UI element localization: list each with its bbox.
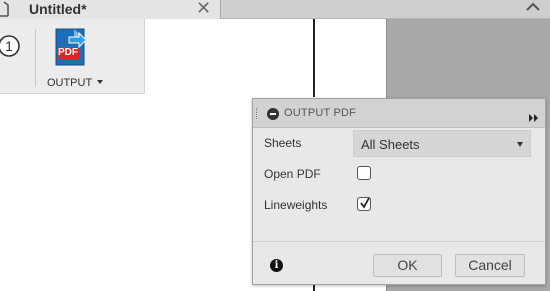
sheets-dropdown[interactable]: All Sheets	[353, 130, 531, 157]
drawing-toolbar: 1 PDF OUTPUT	[0, 19, 145, 94]
document-tab-title: Untitled*	[29, 1, 87, 17]
chevron-up-icon[interactable]	[523, 0, 543, 14]
lineweights-checkbox[interactable]	[357, 197, 371, 211]
document-tab-bar: Untitled* ✕	[0, 0, 550, 19]
double-chevron-right-icon[interactable]	[529, 110, 539, 122]
svg-text:1: 1	[5, 38, 13, 54]
dialog-footer-divider	[253, 241, 545, 242]
sheets-label: Sheets	[264, 136, 302, 150]
checkmark-icon	[359, 197, 371, 210]
cancel-button[interactable]: Cancel	[455, 254, 525, 277]
document-tab[interactable]: Untitled* ✕	[0, 0, 221, 19]
toolbar-separator	[35, 29, 36, 87]
lineweights-label: Lineweights	[264, 198, 328, 212]
output-label-text: OUTPUT	[46, 77, 92, 89]
drag-handle-icon[interactable]	[256, 108, 258, 119]
open-pdf-checkbox[interactable]	[357, 166, 371, 180]
canvas-sheet-border-line	[313, 19, 315, 97]
close-tab-icon[interactable]: ✕	[196, 0, 211, 19]
dropdown-caret-icon	[97, 80, 104, 84]
output-button[interactable]: PDF OUTPUT	[44, 25, 106, 91]
dialog-header[interactable]: OUTPUT PDF	[253, 99, 545, 128]
dialog-title: OUTPUT PDF	[284, 107, 357, 119]
minus-circle-icon[interactable]	[267, 108, 279, 120]
info-icon[interactable]: i	[270, 259, 283, 272]
output-button-label: OUTPUT	[44, 77, 106, 89]
open-pdf-label: Open PDF	[264, 167, 321, 181]
pdf-icon-text: PDF	[58, 47, 78, 58]
document-icon	[0, 1, 14, 17]
output-pdf-dialog: OUTPUT PDF Sheets All Sheets Open PDF Li…	[252, 98, 546, 285]
dropdown-caret-icon	[517, 142, 523, 147]
step-1-icon[interactable]: 1	[0, 33, 23, 61]
sheets-dropdown-value: All Sheets	[361, 137, 420, 152]
ok-button[interactable]: OK	[373, 254, 442, 277]
